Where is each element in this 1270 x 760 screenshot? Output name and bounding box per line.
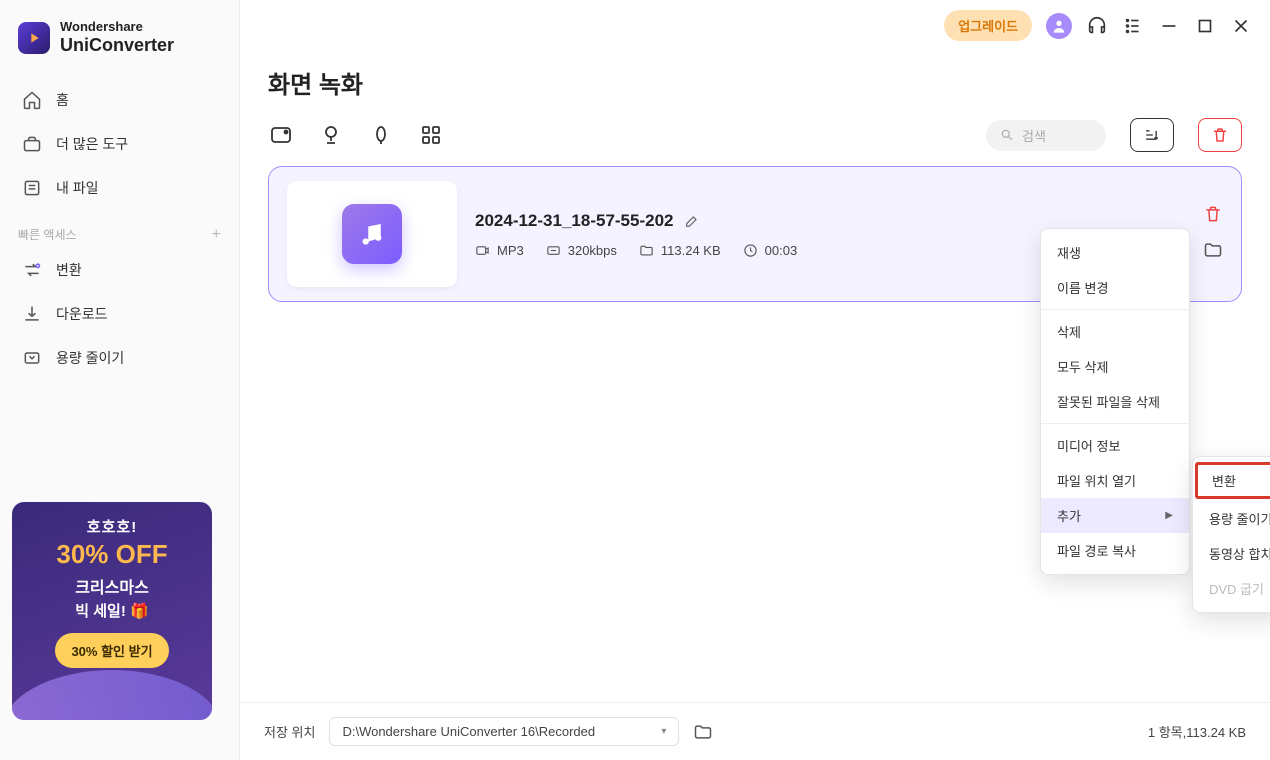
promo-line3: 크리스마스 bbox=[22, 574, 202, 598]
ctx-open-location[interactable]: 파일 위치 열기 bbox=[1041, 463, 1189, 498]
add-quick-icon[interactable]: + bbox=[212, 226, 221, 244]
sidebar: Wondershare UniConverter 홈 더 많은 도구 내 파일 … bbox=[0, 0, 240, 760]
sidebar-item-tools[interactable]: 더 많은 도구 bbox=[8, 124, 231, 164]
music-icon bbox=[342, 204, 402, 264]
ctx-add[interactable]: 추가▶ bbox=[1041, 498, 1189, 533]
audio-record-button[interactable] bbox=[368, 122, 394, 148]
save-path-select[interactable]: D:\Wondershare UniConverter 16\Recorded … bbox=[329, 717, 679, 746]
sidebar-item-myfiles[interactable]: 내 파일 bbox=[8, 168, 231, 208]
logo-icon bbox=[18, 22, 50, 54]
clear-all-button[interactable] bbox=[1198, 118, 1242, 152]
folder-icon bbox=[639, 243, 654, 258]
convert-icon bbox=[22, 260, 42, 280]
promo-button[interactable]: 30% 할인 받기 bbox=[55, 633, 168, 668]
titlebar: 업그레이드 bbox=[240, 0, 1270, 45]
close-button[interactable] bbox=[1230, 15, 1252, 37]
ctx-delete-bad[interactable]: 잘못된 파일을 삭제 bbox=[1041, 384, 1189, 419]
promo-banner[interactable]: 호호호! 30% OFF 크리스마스 빅 세일! 🎁 30% 할인 받기 bbox=[12, 502, 212, 720]
save-location-label: 저장 위치 bbox=[264, 722, 315, 741]
upgrade-button[interactable]: 업그레이드 bbox=[944, 10, 1032, 41]
sub-compress[interactable]: 용량 줄이기 bbox=[1193, 501, 1270, 536]
ctx-delete[interactable]: 삭제 bbox=[1041, 314, 1189, 349]
file-list: 2024-12-31_18-57-55-202 MP3 320kbps bbox=[240, 166, 1270, 702]
ctx-play[interactable]: 재생 bbox=[1041, 235, 1189, 270]
sidebar-item-label: 다운로드 bbox=[56, 304, 108, 324]
sidebar-item-download[interactable]: 다운로드 bbox=[8, 294, 231, 334]
main-area: 업그레이드 화면 녹화 검색 bbox=[240, 0, 1270, 760]
page-title: 화면 녹화 bbox=[240, 45, 1270, 118]
promo-decor bbox=[12, 670, 212, 720]
ctx-delete-all[interactable]: 모두 삭제 bbox=[1041, 349, 1189, 384]
sidebar-item-label: 용량 줄이기 bbox=[56, 348, 124, 368]
ctx-media-info[interactable]: 미디어 정보 bbox=[1041, 428, 1189, 463]
ctx-rename[interactable]: 이름 변경 bbox=[1041, 270, 1189, 305]
home-icon bbox=[22, 90, 42, 110]
sort-button[interactable] bbox=[1130, 118, 1174, 152]
download-icon bbox=[22, 304, 42, 324]
promo-line1: 호호호! bbox=[22, 516, 202, 537]
clock-icon bbox=[743, 243, 758, 258]
sidebar-item-convert[interactable]: 변환 bbox=[8, 250, 231, 290]
quick-access-label: 빠른 액세스 bbox=[18, 226, 77, 243]
sidebar-item-label: 내 파일 bbox=[56, 178, 99, 198]
brand-line1: Wondershare bbox=[60, 20, 174, 35]
search-icon bbox=[1000, 128, 1014, 142]
ctx-separator bbox=[1041, 309, 1189, 310]
toolbox-icon bbox=[22, 134, 42, 154]
sidebar-item-label: 변환 bbox=[56, 260, 82, 280]
sub-convert[interactable]: 변환 bbox=[1195, 462, 1270, 499]
ctx-copy-path[interactable]: 파일 경로 복사 bbox=[1041, 533, 1189, 568]
apps-button[interactable] bbox=[418, 122, 444, 148]
promo-line2: 30% OFF bbox=[22, 539, 202, 570]
quick-access-header: 빠른 액세스 + bbox=[0, 212, 239, 250]
quality-icon bbox=[546, 243, 561, 258]
sub-merge[interactable]: 동영상 합치기 bbox=[1193, 536, 1270, 571]
sub-dvd: DVD 굽기 bbox=[1193, 571, 1270, 606]
minimize-button[interactable] bbox=[1158, 15, 1180, 37]
screen-record-button[interactable] bbox=[268, 122, 294, 148]
brand-logo: Wondershare UniConverter bbox=[0, 0, 239, 80]
sidebar-item-label: 홈 bbox=[56, 90, 69, 110]
footer: 저장 위치 D:\Wondershare UniConverter 16\Rec… bbox=[240, 702, 1270, 760]
search-input[interactable]: 검색 bbox=[986, 120, 1106, 151]
menu-icon[interactable] bbox=[1122, 15, 1144, 37]
context-menu: 재생 이름 변경 삭제 모두 삭제 잘못된 파일을 삭제 미디어 정보 파일 위… bbox=[1040, 228, 1190, 575]
meta-bitrate: 320kbps bbox=[546, 243, 617, 258]
meta-duration: 00:03 bbox=[743, 243, 798, 258]
sidebar-item-home[interactable]: 홈 bbox=[8, 80, 231, 120]
webcam-record-button[interactable] bbox=[318, 122, 344, 148]
meta-size: 113.24 KB bbox=[639, 243, 721, 258]
save-path-text: D:\Wondershare UniConverter 16\Recorded bbox=[342, 724, 595, 739]
chevron-right-icon: ▶ bbox=[1165, 510, 1173, 521]
toolbar: 검색 bbox=[240, 118, 1270, 166]
files-icon bbox=[22, 178, 42, 198]
sidebar-item-label: 더 많은 도구 bbox=[56, 134, 128, 154]
context-submenu: 변환 용량 줄이기 동영상 합치기 DVD 굽기 bbox=[1192, 456, 1270, 613]
footer-status: 1 항목,113.24 KB bbox=[1148, 722, 1246, 741]
promo-line4: 빅 세일! 🎁 bbox=[22, 600, 202, 621]
video-icon bbox=[475, 243, 490, 258]
rename-icon[interactable] bbox=[684, 213, 700, 229]
maximize-button[interactable] bbox=[1194, 15, 1216, 37]
open-save-folder-icon[interactable] bbox=[693, 722, 713, 742]
sidebar-item-compress[interactable]: 용량 줄이기 bbox=[8, 338, 231, 378]
file-name: 2024-12-31_18-57-55-202 bbox=[475, 211, 674, 231]
brand-line2: UniConverter bbox=[60, 35, 174, 56]
file-thumbnail bbox=[287, 181, 457, 287]
compress-icon bbox=[22, 348, 42, 368]
ctx-separator bbox=[1041, 423, 1189, 424]
open-folder-icon[interactable] bbox=[1203, 240, 1223, 260]
delete-file-icon[interactable] bbox=[1203, 204, 1223, 224]
chevron-down-icon: ▾ bbox=[661, 726, 666, 737]
avatar-icon[interactable] bbox=[1046, 13, 1072, 39]
search-placeholder: 검색 bbox=[1022, 126, 1046, 145]
support-icon[interactable] bbox=[1086, 15, 1108, 37]
meta-format: MP3 bbox=[475, 243, 524, 258]
